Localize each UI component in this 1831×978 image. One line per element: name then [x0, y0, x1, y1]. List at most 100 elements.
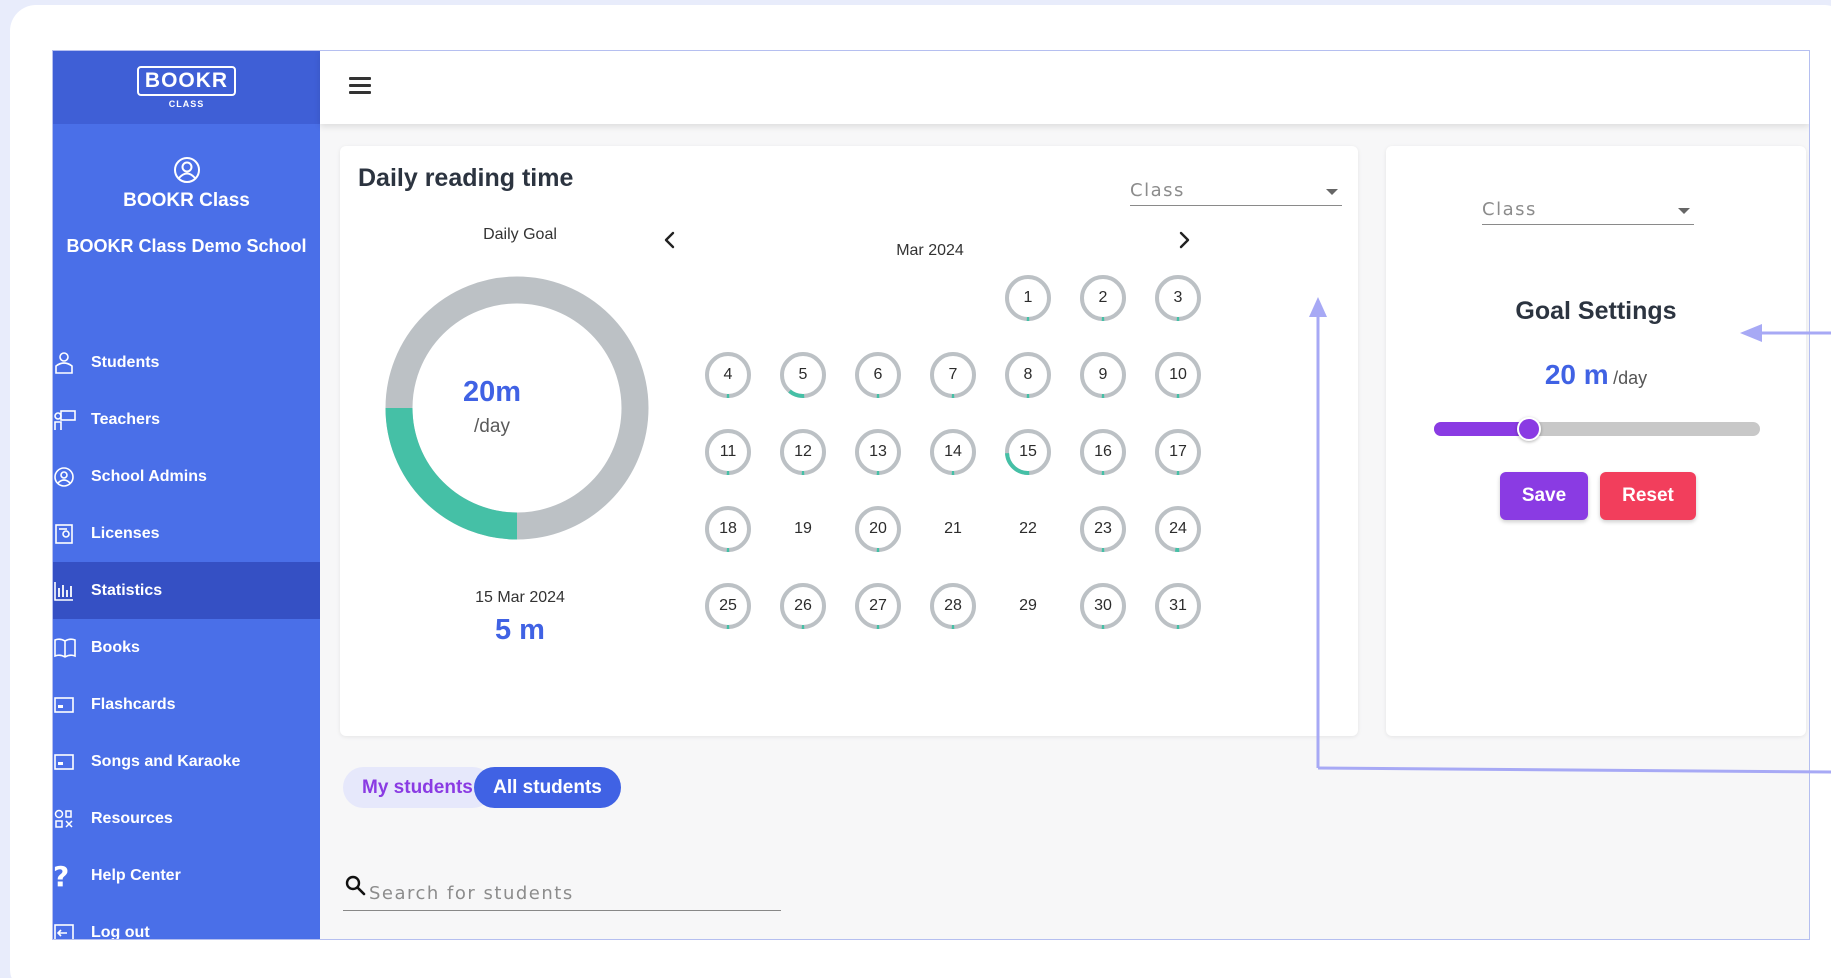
- sidebar-item-log-out[interactable]: Log out: [53, 904, 320, 940]
- calendar-day[interactable]: 30: [1079, 582, 1127, 630]
- sidebar-item-label: Songs and Karaoke: [91, 752, 241, 770]
- sidebar-item-statistics[interactable]: Statistics: [53, 562, 320, 619]
- song-icon: [53, 749, 79, 775]
- calendar-day-number: 8: [1023, 366, 1033, 383]
- selected-date: 15 Mar 2024: [475, 589, 565, 606]
- daily-reading-card: Daily reading time Class Daily Goal 20m …: [340, 146, 1358, 736]
- calendar-day-number: 9: [1098, 366, 1108, 383]
- slider-thumb[interactable]: [1516, 417, 1541, 441]
- sidebar-item-books[interactable]: Books: [53, 619, 320, 676]
- hamburger-menu-icon[interactable]: [349, 77, 371, 95]
- class-select-placeholder: Class: [1130, 180, 1185, 201]
- admin-icon: [53, 464, 79, 490]
- calendar-day[interactable]: 10: [1154, 351, 1202, 399]
- calendar-day[interactable]: 20: [854, 505, 902, 553]
- calendar-day[interactable]: 14: [929, 428, 977, 476]
- sidebar-item-label: Flashcards: [91, 695, 176, 713]
- calendar-day-number: 31: [1169, 597, 1187, 614]
- sidebar-item-licenses[interactable]: Licenses: [53, 505, 320, 562]
- calendar-day-number: 20: [869, 520, 887, 537]
- bar-chart-icon: [53, 578, 79, 604]
- sidebar-item-flashcards[interactable]: Flashcards: [53, 676, 320, 733]
- calendar-day[interactable]: 7: [929, 351, 977, 399]
- calendar-day[interactable]: 18: [704, 505, 752, 553]
- sidebar-item-label: Books: [91, 638, 140, 656]
- sidebar-item-resources[interactable]: Resources: [53, 790, 320, 847]
- sidebar-item-school-admins[interactable]: School Admins: [53, 448, 320, 505]
- tab-all-students[interactable]: All students: [474, 767, 621, 808]
- bookr-logo[interactable]: BOOKR: [136, 66, 237, 96]
- sidebar-item-teachers[interactable]: Teachers: [53, 391, 320, 448]
- sidebar-item-songs-and-karaoke[interactable]: Songs and Karaoke: [53, 733, 320, 790]
- goal-unit: /day: [1613, 368, 1648, 388]
- calendar-day[interactable]: 2: [1079, 274, 1127, 322]
- logout-icon: [53, 920, 79, 939]
- calendar-day[interactable]: 11: [704, 428, 752, 476]
- search-input[interactable]: [369, 881, 769, 905]
- chevron-right-icon[interactable]: [1172, 228, 1196, 252]
- goal-slider[interactable]: [1434, 417, 1760, 441]
- calendar-day-number: 3: [1173, 289, 1183, 306]
- dropdown-caret-icon: [1326, 189, 1338, 195]
- calendar-day[interactable]: 4: [704, 351, 752, 399]
- search-icon: [345, 875, 366, 896]
- calendar-day[interactable]: 28: [929, 582, 977, 630]
- license-icon: [53, 521, 79, 547]
- flashcard-icon: [53, 692, 79, 718]
- calendar-day[interactable]: 12: [779, 428, 827, 476]
- calendar-day[interactable]: 24: [1154, 505, 1202, 553]
- class-select[interactable]: Class: [1130, 180, 1342, 206]
- calendar-day[interactable]: 8: [1004, 351, 1052, 399]
- card-title: Daily reading time: [358, 164, 574, 192]
- calendar-day[interactable]: 21: [929, 505, 977, 553]
- sidebar-item-help-center[interactable]: ? Help Center: [53, 847, 320, 904]
- calendar-day[interactable]: 16: [1079, 428, 1127, 476]
- sidebar-item-label: Help Center: [91, 866, 181, 884]
- calendar-day[interactable]: 19: [779, 505, 827, 553]
- sidebar-item-label: Log out: [91, 923, 150, 940]
- student-tabs: My students All students: [343, 767, 643, 808]
- calendar-day[interactable]: 29: [1004, 582, 1052, 630]
- daily-goal-unit: /day: [474, 416, 510, 437]
- calendar-day[interactable]: 17: [1154, 428, 1202, 476]
- goal-class-select[interactable]: Class: [1482, 199, 1694, 225]
- calendar-month: Mar 2024: [896, 242, 964, 259]
- calendar-day[interactable]: 22: [1004, 505, 1052, 553]
- calendar-day-number: 17: [1169, 443, 1187, 460]
- calendar-day-number: 2: [1098, 289, 1108, 306]
- calendar-day[interactable]: 9: [1079, 351, 1127, 399]
- calendar-day[interactable]: 15: [1004, 428, 1052, 476]
- calendar-day[interactable]: 23: [1079, 505, 1127, 553]
- school-name: BOOKR Class Demo School: [66, 236, 307, 256]
- sidebar-item-students[interactable]: Students: [53, 334, 320, 391]
- selected-minutes: 5 m: [495, 614, 545, 646]
- calendar-day[interactable]: 1: [1004, 274, 1052, 322]
- calendar-day[interactable]: 26: [779, 582, 827, 630]
- user-circle-icon: [173, 157, 200, 183]
- chevron-left-icon[interactable]: [658, 228, 682, 252]
- calendar-day-number: 24: [1169, 520, 1187, 537]
- calendar-day-number: 25: [719, 597, 737, 614]
- calendar-day-number: 19: [794, 520, 812, 537]
- reset-button[interactable]: Reset: [1600, 472, 1696, 520]
- calendar-day-number: 21: [944, 520, 962, 537]
- goal-value: 20 m: [1544, 359, 1609, 390]
- app-window: BOOKR CLASS BOOKR Class BOOKR Class Demo…: [52, 50, 1810, 940]
- sidebar-item-label: Teachers: [91, 410, 161, 428]
- tab-my-students[interactable]: My students: [343, 767, 493, 808]
- calendar-day[interactable]: 5: [779, 351, 827, 399]
- calendar-day[interactable]: 31: [1154, 582, 1202, 630]
- sidebar-item-label: Students: [91, 353, 160, 371]
- calendar-day[interactable]: 13: [854, 428, 902, 476]
- calendar-day[interactable]: 6: [854, 351, 902, 399]
- calendar-day[interactable]: 3: [1154, 274, 1202, 322]
- calendar-day-number: 18: [719, 520, 737, 537]
- calendar-day-number: 10: [1169, 366, 1187, 383]
- calendar-day-number: 6: [873, 366, 883, 383]
- calendar-day[interactable]: 27: [854, 582, 902, 630]
- calendar-day-number: 4: [723, 366, 733, 383]
- calendar-day[interactable]: 25: [704, 582, 752, 630]
- calendar-day-number: 26: [794, 597, 812, 614]
- top-bar: [320, 51, 1809, 124]
- save-button[interactable]: Save: [1500, 472, 1588, 520]
